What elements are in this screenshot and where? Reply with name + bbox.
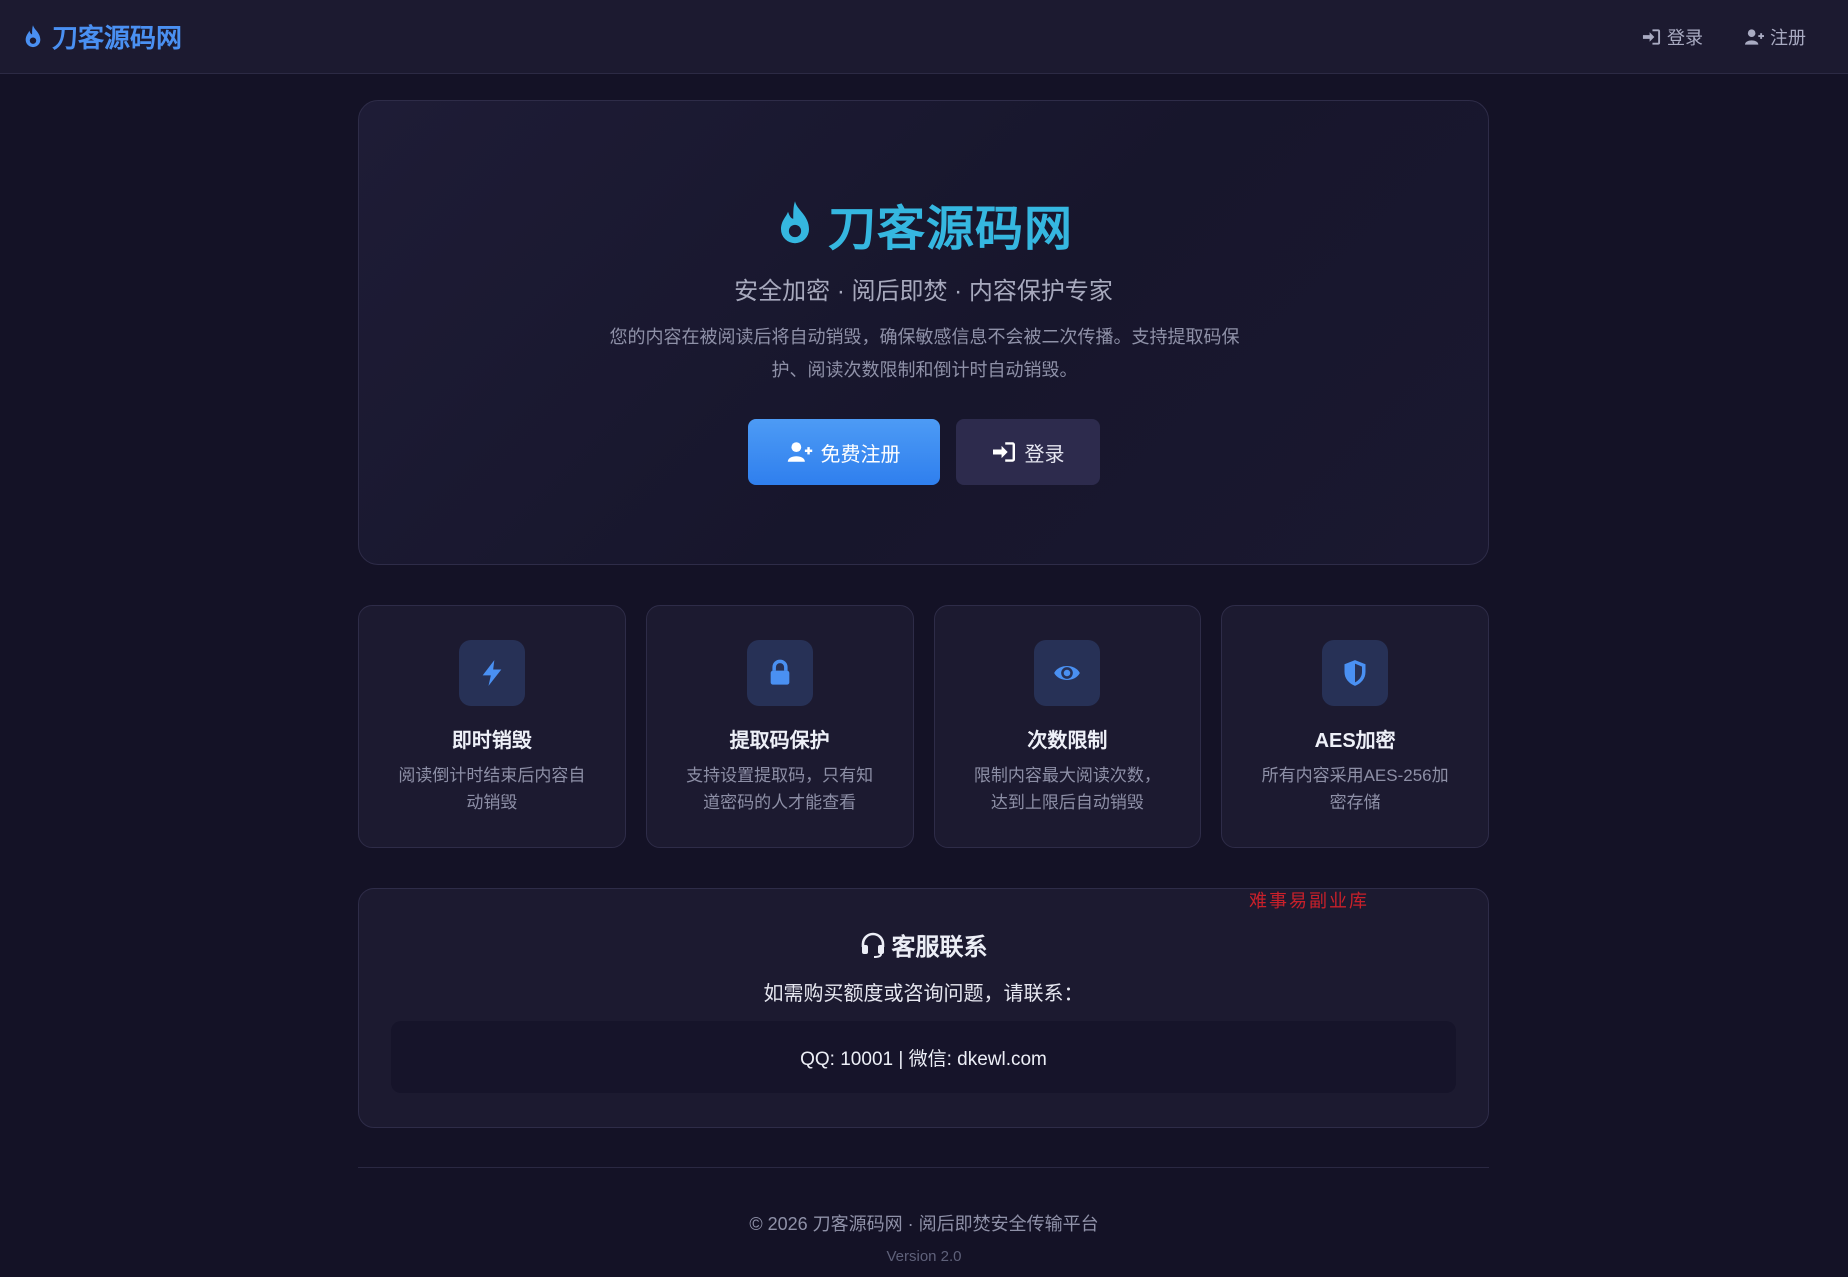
nav-login-link[interactable]: 登录: [1642, 24, 1703, 50]
feature-card: AES加密 所有内容采用AES-256加密存储: [1221, 605, 1489, 848]
contact-title: 客服联系: [359, 927, 1488, 962]
footer-divider: [358, 1167, 1489, 1168]
hero-subtitle: 安全加密 · 阅后即焚 · 内容保护专家: [734, 278, 1113, 305]
user-plus-icon: [787, 442, 812, 462]
sign-in-icon: [1642, 28, 1661, 45]
register-button[interactable]: 免费注册: [747, 419, 940, 485]
nav-login-label: 登录: [1667, 27, 1703, 48]
feature-title: 即时销毁: [451, 730, 532, 752]
feature-list: 即时销毁 阅读倒计时结束后内容自动销毁 提取码保护 支持设置提取码，只有知道密码…: [358, 605, 1489, 848]
user-plus-icon: [1745, 28, 1764, 45]
contact-card: 难事易副业库 客服联系 如需购买额度或咨询问题，请联系： QQ: 10001 |…: [358, 888, 1489, 1128]
eye-icon: [1054, 666, 1081, 680]
feature-description: 支持设置提取码，只有知道密码的人才能查看: [686, 766, 874, 812]
nav-register-label: 注册: [1770, 27, 1806, 48]
feature-icon-box: [746, 640, 813, 706]
hero-description: 您的内容在被阅读后将自动销毁，确保敏感信息不会被二次传播。支持提取码保护、阅读次…: [609, 327, 1240, 380]
feature-title: AES加密: [1314, 730, 1396, 752]
lock-icon: [770, 659, 789, 685]
flame-icon: [780, 201, 809, 244]
flame-icon: [25, 24, 41, 47]
feature-card: 次数限制 限制内容最大阅读次数，达到上限后自动销毁: [933, 605, 1202, 848]
brand-logo[interactable]: 刀客源码网: [22, 18, 182, 55]
login-button[interactable]: 登录: [955, 419, 1100, 485]
contact-title-text: 客服联系: [891, 934, 988, 961]
hero-buttons: 免费注册 登录: [359, 419, 1488, 485]
feature-icon-box: [1322, 640, 1389, 706]
feature-card: 提取码保护 支持设置提取码，只有知道密码的人才能查看: [645, 605, 914, 848]
login-button-label: 登录: [1024, 443, 1065, 466]
headset-icon: [861, 932, 884, 958]
footer-copyright: © 2026 刀客源码网 · 阅后即焚安全传输平台: [749, 1214, 1099, 1234]
feature-description: 限制内容最大阅读次数，达到上限后自动销毁: [973, 766, 1161, 812]
hero-title-text: 刀客源码网: [827, 203, 1073, 256]
hero-title: 刀客源码网: [359, 189, 1488, 259]
contact-info: QQ: 10001 | 微信: dkewl.com: [391, 1021, 1456, 1093]
sign-in-icon: [992, 442, 1015, 462]
watermark-text: 难事易副业库: [1249, 891, 1369, 912]
navbar: 刀客源码网 登录 注册: [0, 0, 1848, 74]
feature-title: 提取码保护: [729, 730, 830, 752]
register-button-label: 免费注册: [820, 443, 901, 466]
lightning-icon: [482, 660, 502, 686]
feature-icon-box: [458, 640, 525, 706]
hero-card: 刀客源码网 安全加密 · 阅后即焚 · 内容保护专家 您的内容在被阅读后将自动销…: [358, 100, 1489, 565]
brand-name: 刀客源码网: [52, 23, 183, 53]
feature-description: 阅读倒计时结束后内容自动销毁: [398, 766, 586, 812]
feature-icon-box: [1034, 640, 1101, 706]
feature-card: 即时销毁 阅读倒计时结束后内容自动销毁: [358, 605, 626, 848]
shield-icon: [1344, 660, 1366, 686]
contact-subtitle: 如需购买额度或咨询问题，请联系：: [763, 983, 1084, 1005]
footer-version: Version 2.0: [886, 1248, 962, 1265]
nav-links: 登录 注册: [1642, 24, 1826, 50]
nav-register-link[interactable]: 注册: [1745, 24, 1806, 50]
feature-title: 次数限制: [1027, 730, 1108, 752]
feature-description: 所有内容采用AES-256加密存储: [1261, 766, 1449, 812]
